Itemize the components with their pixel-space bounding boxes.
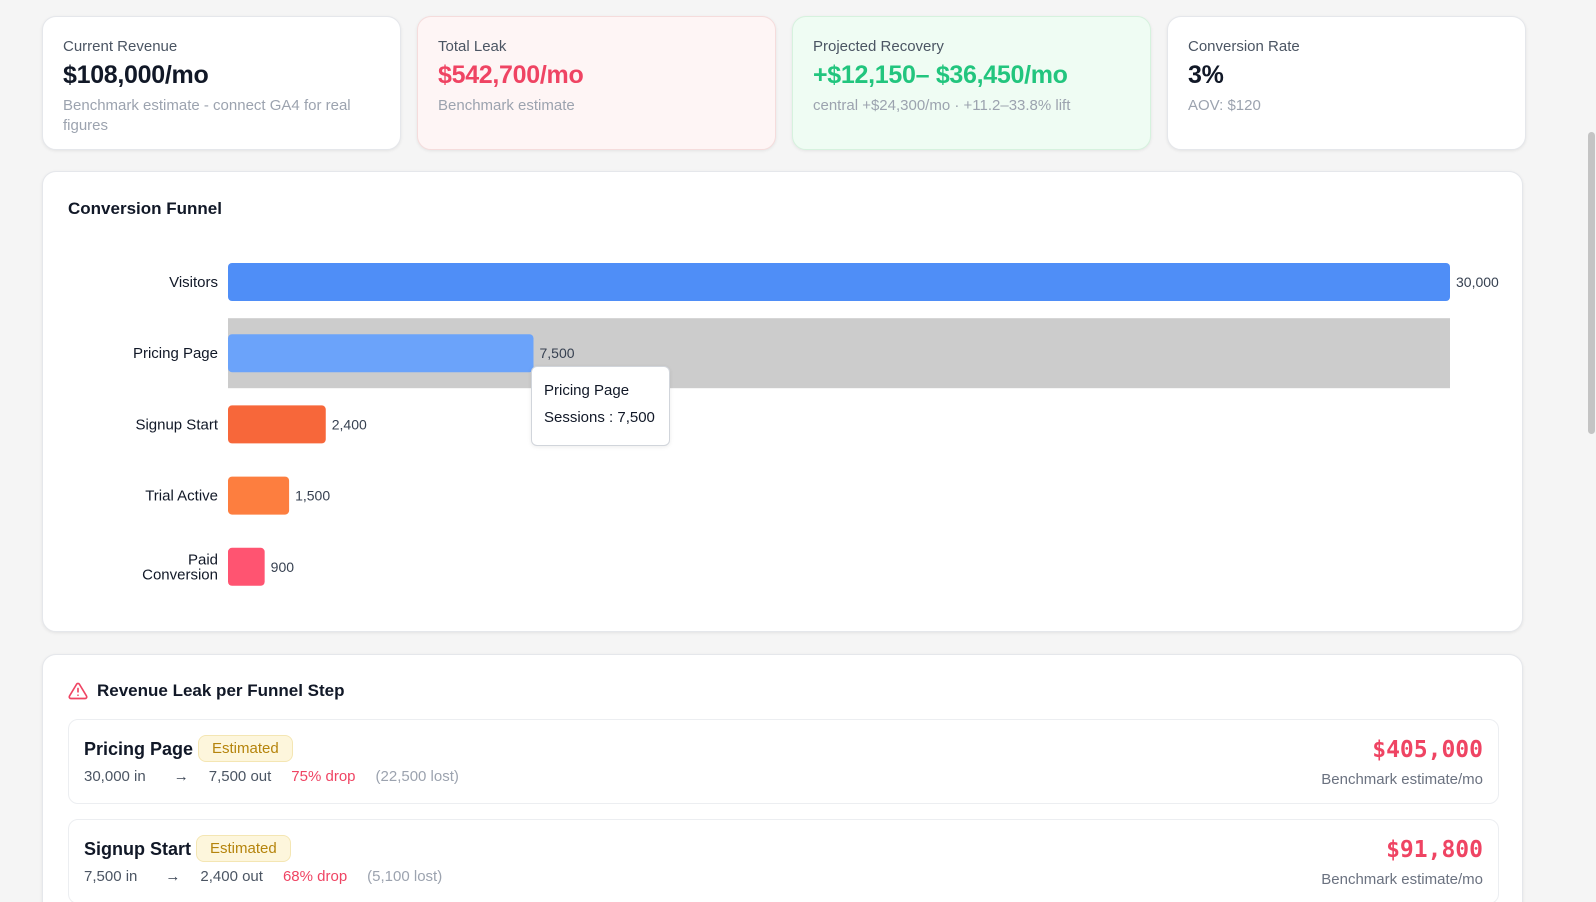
leak-amount-note: Benchmark estimate/mo: [1321, 871, 1483, 888]
conversion-funnel-card: Conversion Funnel Visitors 30,000 Pricing …: [42, 171, 1523, 632]
kpi-conversion-rate: Conversion Rate 3% AOV: $120: [1167, 16, 1526, 150]
tooltip-title: Pricing Page: [544, 382, 630, 399]
kpi-label: Projected Recovery: [813, 38, 944, 55]
flow-in: 7,500 in: [84, 868, 138, 885]
leak-title: Revenue Leak per Funnel Step: [97, 681, 345, 700]
step-flow: 30,000 in → 7,500 out 75% drop (22,500 l…: [84, 768, 459, 785]
scrollbar-track[interactable]: [1568, 0, 1596, 902]
kpi-value: $108,000/mo: [63, 61, 209, 89]
category-label-pricing-page: Pricing Page: [133, 345, 218, 362]
funnel-chart: Visitors 30,000 Pricing Page 7,500 Signup St…: [133, 263, 1499, 586]
leak-amount: $91,800: [1386, 837, 1483, 863]
value-label-trial-active: 1,500: [295, 488, 330, 504]
bar-signup-start[interactable]: [228, 405, 326, 444]
kpi-total-leak: Total Leak $542,700/mo Benchmark estimat…: [417, 16, 776, 150]
bar-trial-active[interactable]: [228, 476, 290, 515]
bar-paid-conversion[interactable]: [228, 547, 265, 586]
chart-tooltip: Pricing Page Sessions : 7,500: [531, 366, 670, 446]
value-label-paid-conversion: 900: [271, 559, 295, 575]
leak-amount: $405,000: [1372, 737, 1483, 763]
warning-icon: [68, 682, 88, 700]
value-label-pricing-page: 7,500: [540, 345, 575, 361]
kpi-subtext: central +$24,300/mo · +11.2–33.8% lift: [813, 97, 1071, 114]
step-name: Signup Start: [84, 839, 191, 859]
leak-header: Revenue Leak per Funnel Step: [68, 681, 345, 701]
estimated-badge: Estimated: [196, 835, 291, 862]
kpi-subtext: Benchmark estimate - connect GA4 for rea…: [63, 97, 351, 134]
category-label-visitors: Visitors: [169, 274, 218, 291]
category-label-signup-start: Signup Start: [135, 416, 218, 433]
kpi-value: +$12,150– $36,450/mo: [813, 61, 1068, 89]
kpi-current-revenue: Current Revenue $108,000/mo Benchmark es…: [42, 16, 401, 150]
drop-percent: 75% drop: [291, 768, 356, 785]
category-label-trial-active: Trial Active: [145, 488, 218, 505]
kpi-value: 3%: [1188, 61, 1224, 89]
lost-count: (22,500 lost): [375, 768, 459, 785]
arrow-right-icon: →: [165, 868, 181, 885]
value-label-visitors: 30,000: [1456, 274, 1499, 290]
leak-item-signup-start[interactable]: Signup Start Estimated 7,500 in → 2,400 …: [68, 819, 1499, 902]
estimated-badge: Estimated: [198, 735, 293, 762]
dashboard-page: Current Revenue $108,000/mo Benchmark es…: [0, 0, 1596, 902]
bar-pricing-page[interactable]: [228, 334, 534, 373]
flow-in: 30,000 in: [84, 768, 146, 785]
category-label-paid-conversion: Paid Conversion: [142, 551, 218, 583]
scrollbar-thumb[interactable]: [1588, 132, 1595, 434]
flow-out: 7,500 out: [208, 768, 272, 785]
step-name: Pricing Page: [84, 739, 194, 759]
drop-percent: 68% drop: [282, 868, 348, 885]
value-label-signup-start: 2,400: [332, 416, 367, 432]
kpi-value: $542,700/mo: [438, 61, 584, 89]
bar-visitors[interactable]: [228, 263, 1450, 301]
kpi-row: Current Revenue $108,000/mo Benchmark es…: [42, 16, 1526, 150]
leak-amount-note: Benchmark estimate/mo: [1321, 771, 1483, 788]
revenue-leak-card: Revenue Leak per Funnel Step Pricing Pag…: [42, 654, 1523, 902]
kpi-subtext: AOV: $120: [1188, 97, 1261, 114]
leak-item-pricing-page[interactable]: Pricing Page Estimated 30,000 in → 7,500…: [68, 719, 1499, 804]
step-flow: 7,500 in → 2,400 out 68% drop (5,100 los…: [84, 868, 442, 885]
lost-count: (5,100 lost): [367, 868, 443, 885]
kpi-projected-recovery: Projected Recovery +$12,150– $36,450/mo …: [792, 16, 1151, 150]
kpi-label: Current Revenue: [63, 38, 178, 55]
kpi-label: Total Leak: [438, 38, 507, 55]
kpi-subtext: Benchmark estimate: [438, 97, 575, 114]
flow-out: 2,400 out: [200, 868, 263, 885]
arrow-right-icon: →: [173, 768, 189, 785]
kpi-label: Conversion Rate: [1188, 38, 1300, 55]
tooltip-value: Sessions : 7,500: [544, 409, 655, 426]
